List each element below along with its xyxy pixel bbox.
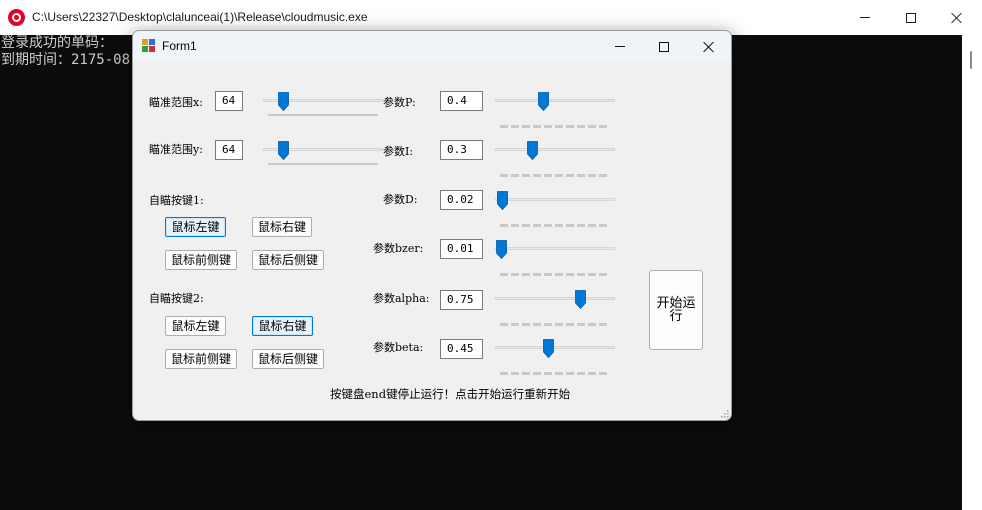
aim-key1-label: 自瞄按键1: — [149, 194, 204, 207]
slider-track — [495, 148, 615, 151]
aim-range-y-label: 瞄准范围y: — [149, 143, 203, 156]
slider-track — [495, 99, 615, 102]
param-beta-input[interactable]: 0.45 — [440, 339, 483, 359]
close-icon — [703, 41, 715, 53]
key2-mouse-back-button[interactable]: 鼠标后侧键 — [252, 349, 324, 369]
slider-tickbar — [268, 114, 378, 116]
scrollbar-thumb[interactable] — [970, 51, 972, 69]
param-i-label: 参数I: — [383, 145, 414, 158]
key2-mouse-forward-button[interactable]: 鼠标前侧键 — [165, 349, 237, 369]
maximize-icon — [659, 41, 669, 52]
param-alpha-slider[interactable] — [495, 290, 618, 326]
param-beta-slider[interactable] — [495, 339, 618, 375]
start-run-button[interactable]: 开始运行 — [649, 270, 703, 350]
aim-key2-label: 自瞄按键2: — [149, 292, 204, 305]
slider-thumb[interactable] — [527, 141, 538, 160]
param-i-input[interactable]: 0.3 — [440, 140, 483, 160]
slider-thumb[interactable] — [543, 339, 554, 358]
param-bzer-label: 参数bzer: — [373, 242, 424, 255]
form-minimize-button[interactable] — [597, 31, 643, 62]
slider-track — [495, 346, 615, 349]
slider-thumb[interactable] — [496, 240, 507, 259]
param-bzer-input[interactable]: 0.01 — [440, 239, 483, 259]
console-scrollbar[interactable] — [962, 35, 982, 510]
slider-ticks — [500, 360, 618, 375]
slider-ticks — [500, 311, 618, 326]
console-close-button[interactable] — [934, 0, 980, 35]
slider-thumb[interactable] — [278, 141, 289, 160]
param-d-input[interactable]: 0.02 — [440, 190, 483, 210]
hint-text: 按键盘end键停止运行！点击开始运行重新开始 — [330, 387, 571, 401]
slider-ticks — [500, 212, 618, 227]
form1-window: Form1 瞄准范围x: 64 瞄准范围y: 64 自瞄按键1: 鼠标左键 鼠标… — [132, 30, 732, 421]
key2-mouse-left-button[interactable]: 鼠标左键 — [165, 316, 226, 336]
slider-track — [495, 198, 615, 201]
form-maximize-button[interactable] — [641, 31, 687, 62]
form-title: Form1 — [162, 39, 197, 53]
param-alpha-input[interactable]: 0.75 — [440, 290, 483, 310]
form-close-button[interactable] — [686, 31, 731, 62]
key1-mouse-left-button[interactable]: 鼠标左键 — [165, 217, 226, 237]
param-alpha-label: 参数alpha: — [373, 292, 430, 305]
param-p-slider[interactable] — [495, 92, 618, 128]
console-line: 登录成功的单码： — [1, 35, 113, 51]
slider-thumb[interactable] — [538, 92, 549, 111]
minimize-icon — [860, 17, 870, 18]
key1-mouse-right-button[interactable]: 鼠标右键 — [252, 217, 312, 237]
param-p-label: 参数P: — [383, 96, 416, 109]
slider-ticks — [500, 261, 618, 276]
slider-ticks — [500, 113, 618, 128]
slider-track — [495, 247, 615, 250]
key1-mouse-forward-button[interactable]: 鼠标前侧键 — [165, 250, 237, 270]
netease-music-icon — [8, 9, 25, 26]
slider-tickbar — [268, 163, 378, 165]
console-line: 到期时间：2175-08 — [1, 52, 131, 68]
param-d-slider[interactable] — [495, 191, 618, 227]
console-minimize-button[interactable] — [842, 0, 888, 35]
param-i-slider[interactable] — [495, 141, 618, 177]
close-icon — [951, 12, 963, 24]
console-window-title: C:\Users\22327\Desktop\clalunceai(1)\Rel… — [32, 10, 368, 24]
slider-thumb[interactable] — [497, 191, 508, 210]
form-app-icon — [142, 39, 156, 53]
resize-grip-icon[interactable] — [721, 410, 729, 418]
minimize-icon — [615, 46, 625, 47]
slider-thumb[interactable] — [575, 290, 586, 309]
slider-ticks — [500, 162, 618, 177]
aim-range-x-label: 瞄准范围x: — [149, 96, 203, 109]
aim-range-x-slider[interactable] — [263, 92, 383, 118]
slider-track — [495, 297, 615, 300]
key1-mouse-back-button[interactable]: 鼠标后侧键 — [252, 250, 324, 270]
param-bzer-slider[interactable] — [495, 240, 618, 276]
slider-thumb[interactable] — [278, 92, 289, 111]
maximize-icon — [906, 12, 916, 23]
param-d-label: 参数D: — [383, 193, 418, 206]
param-beta-label: 参数beta: — [373, 341, 424, 354]
console-maximize-button[interactable] — [888, 0, 934, 35]
aim-range-x-input[interactable]: 64 — [215, 91, 243, 111]
param-p-input[interactable]: 0.4 — [440, 91, 483, 111]
aim-range-y-input[interactable]: 64 — [215, 140, 243, 160]
form-titlebar[interactable]: Form1 — [133, 31, 731, 62]
key2-mouse-right-button[interactable]: 鼠标右键 — [252, 316, 313, 336]
aim-range-y-slider[interactable] — [263, 141, 383, 167]
